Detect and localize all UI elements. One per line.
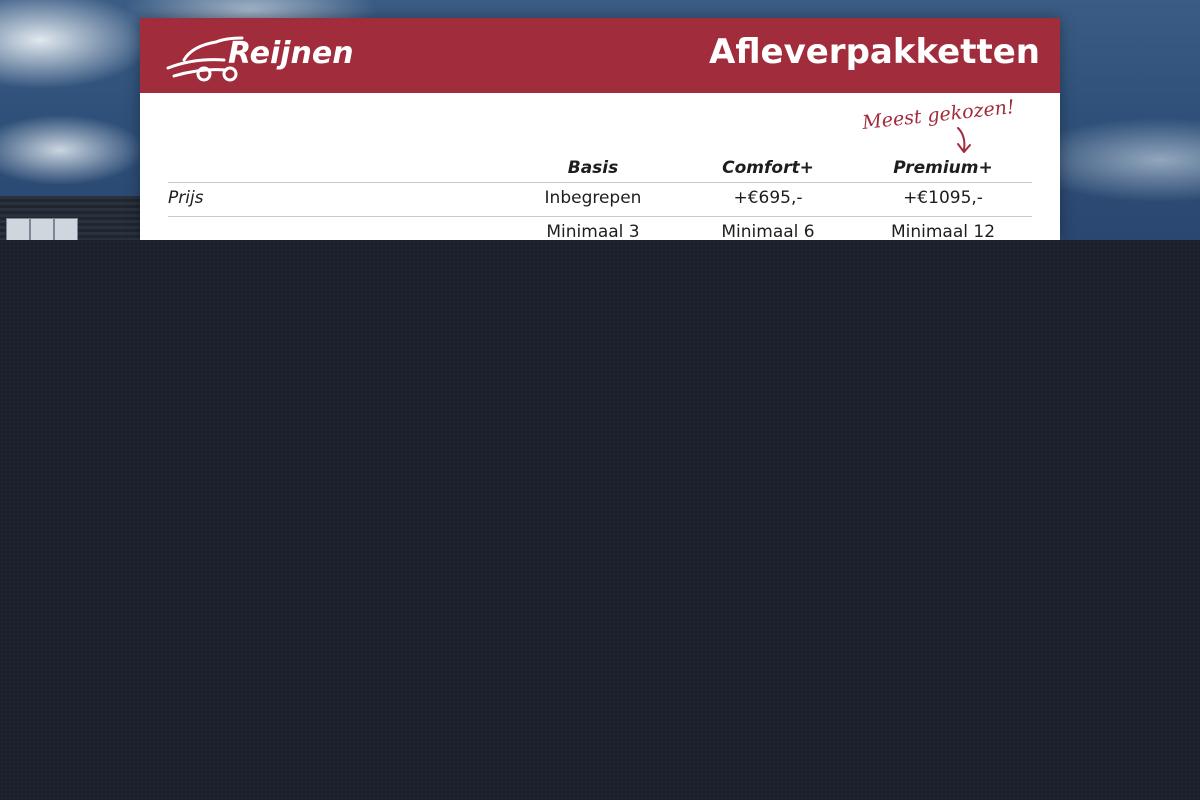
down-arrow-icon [957, 127, 971, 153]
table-row: Prijs Inbegrepen +€695,- +€1095,- [168, 183, 1032, 217]
building-window [6, 218, 30, 242]
column-header-premium: Premium+ [893, 158, 993, 178]
dark-overlay-panel [0, 240, 1200, 800]
screenshot: Reijnen Afleverpakketten Meest gekozen! … [0, 0, 1200, 800]
row-label: Prijs [168, 188, 204, 208]
sheet-header: Reijnen Afleverpakketten [140, 18, 1060, 93]
table-row: Minimaal 3 Minimaal 6 Minimaal 12 [168, 217, 1032, 240]
logo-wordmark: Reijnen [228, 36, 354, 71]
table-cell: +€1095,- [903, 188, 983, 208]
table-cell: Inbegrepen [544, 188, 642, 208]
table-cell: Minimaal 6 [721, 222, 815, 240]
package-price-sheet: Reijnen Afleverpakketten Meest gekozen! … [140, 18, 1060, 240]
table-cell: +€695,- [733, 188, 803, 208]
package-comparison-table: Basis Comfort+ Premium+ Prijs Inbegrepen… [168, 158, 1032, 240]
table-cell: Minimaal 3 [546, 222, 640, 240]
table-cell: Minimaal 12 [890, 222, 996, 240]
column-header-basis: Basis [567, 158, 619, 178]
building-window [30, 218, 54, 242]
column-header-comfort: Comfort+ [722, 158, 814, 178]
building-window [54, 218, 78, 242]
table-header-row: Basis Comfort+ Premium+ [168, 158, 1032, 183]
most-chosen-annotation: Meest gekozen! [861, 96, 1016, 134]
page-title: Afleverpakketten [709, 32, 1040, 72]
reijnen-logo: Reijnen [164, 30, 364, 84]
